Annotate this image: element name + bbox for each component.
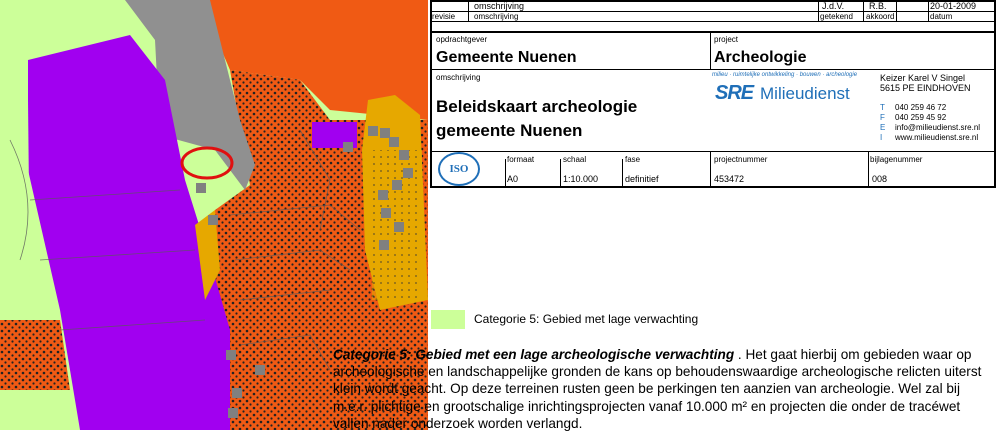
contact-phone: 040 259 46 72	[895, 103, 947, 112]
sre-name: Milieudienst	[760, 84, 850, 103]
fase-value: definitief	[625, 174, 659, 184]
address-line1: Keizer Karel V Singel	[880, 73, 966, 83]
label-omschrijving: omschrijving	[436, 73, 481, 82]
contact-e-prefix: E	[880, 123, 886, 132]
sre-logo: SRE	[715, 82, 754, 104]
contact-email[interactable]: info@milieudienst.sre.nl	[895, 123, 980, 132]
label-akkoord: akkoord	[866, 12, 895, 21]
projectnummer-value: 453472	[714, 174, 745, 184]
approved-by: R.B.	[869, 1, 887, 11]
legend-swatch-low-expectation	[431, 310, 465, 329]
label-bijlagenummer: bijlagenummer	[870, 155, 923, 164]
label-revisie: revisie	[432, 12, 456, 21]
iso-label: ISO	[449, 163, 469, 175]
label-schaal: schaal	[563, 155, 587, 164]
contact-fax: 040 259 45 92	[895, 113, 947, 122]
contact-f-prefix: F	[880, 113, 885, 122]
iso-seal-icon: ISO	[438, 152, 480, 186]
schaal-value: 1:10.000	[563, 174, 599, 184]
map-title-line2: gemeente Nuenen	[436, 121, 583, 140]
category-description: Categorie 5: Gebied met een lage archeol…	[333, 346, 993, 432]
category-heading: Categorie 5: Gebied met een lage archeol…	[333, 347, 735, 362]
contact-website[interactable]: www.milieudienst.sre.nl	[895, 133, 978, 142]
label-projectnummer: projectnummer	[714, 155, 768, 164]
label-omschrijving-row: omschrijving	[474, 12, 519, 21]
bijlagenummer-value: 008	[872, 174, 888, 184]
contact-t-prefix: T	[880, 103, 885, 112]
map-title-line1: Beleidskaart archeologie	[436, 97, 638, 116]
drawing-date: 20-01-2009	[930, 1, 977, 11]
formaat-value: A0	[507, 174, 519, 184]
row1-omschrijving: omschrijving	[474, 1, 525, 11]
project-name: Archeologie	[714, 49, 807, 66]
label-getekend: getekend	[820, 12, 853, 21]
label-project: project	[714, 35, 739, 44]
sre-tagline: milieu · ruimtelijke ontwikkeling · bouw…	[712, 72, 858, 78]
drawn-by: J.d.V.	[822, 1, 845, 11]
client-name: Gemeente Nuenen	[436, 49, 577, 66]
address-line2: 5615 PE EINDHOVEN	[880, 83, 971, 93]
legend-label-low-expectation: Categorie 5: Gebied met lage verwachting	[474, 312, 699, 326]
label-fase: fase	[625, 155, 641, 164]
label-opdrachtgever: opdrachtgever	[436, 35, 488, 44]
label-formaat: formaat	[507, 155, 535, 164]
contact-i-prefix: I	[880, 133, 883, 142]
label-datum: datum	[930, 12, 953, 21]
map-zone-left-strip	[0, 100, 30, 300]
map-zone-dotted-left	[0, 320, 70, 390]
